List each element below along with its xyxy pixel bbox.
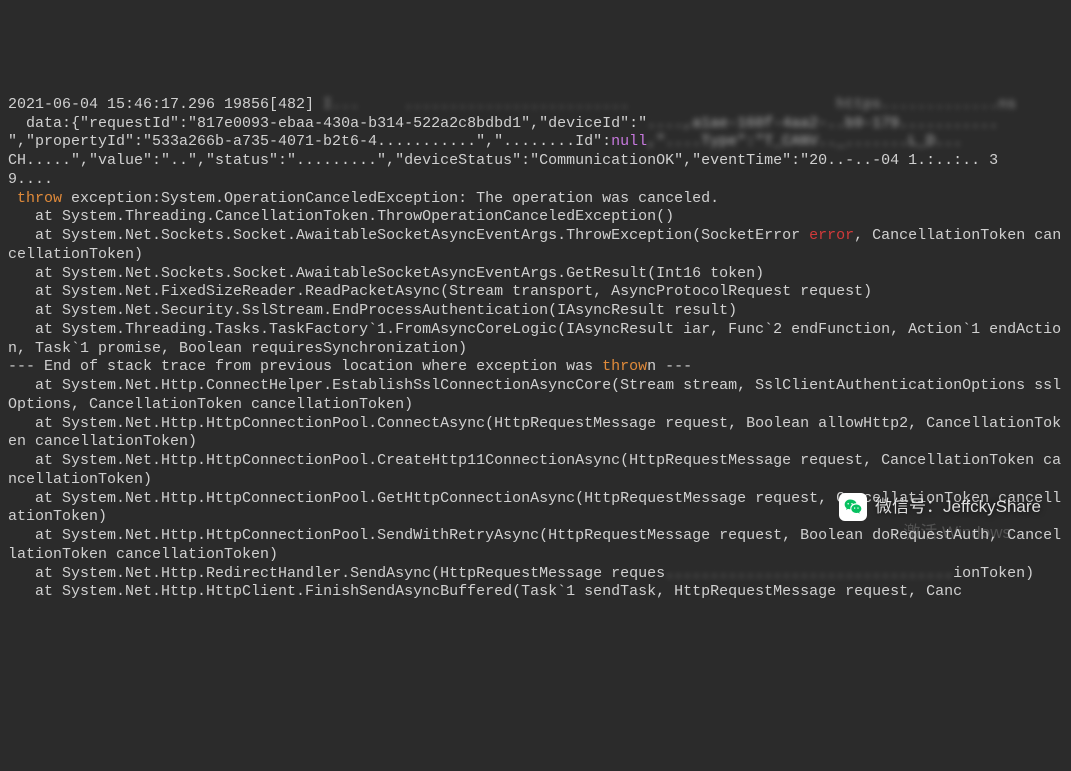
- log-json-line-2: ","propertyId":"533a266b-a735-4071-b2t6-…: [8, 133, 962, 150]
- stack-line: at System.Net.Http.HttpConnectionPool.Ge…: [8, 490, 1061, 526]
- stack-line: at System.Net.FixedSizeReader.ReadPacket…: [8, 283, 872, 300]
- stack-line: at System.Net.Http.HttpConnectionPool.Se…: [8, 527, 1061, 563]
- stack-end-line: --- End of stack trace from previous loc…: [8, 358, 692, 375]
- throw-line: throw exception:System.OperationCanceled…: [8, 190, 719, 207]
- log-line-header: 2021-06-04 15:46:17.296 19856[482] I... …: [8, 96, 1016, 113]
- log-json-line-3: CH.....","value":"..","status":"........…: [8, 152, 998, 169]
- stack-line: at System.Net.Http.HttpConnectionPool.Co…: [8, 415, 1061, 451]
- stack-line: at System.Net.Security.SslStream.EndProc…: [8, 302, 737, 319]
- stack-line: at System.Net.Sockets.Socket.AwaitableSo…: [8, 227, 1061, 263]
- stack-line: at System.Net.Http.HttpConnectionPool.Cr…: [8, 452, 1061, 488]
- stack-line: at System.Net.Http.HttpClient.FinishSend…: [8, 583, 962, 600]
- stack-line: at System.Threading.Tasks.TaskFactory`1.…: [8, 321, 1061, 357]
- stack-line: at System.Net.Sockets.Socket.AwaitableSo…: [8, 265, 764, 282]
- log-line-blur: [8, 77, 1070, 94]
- stack-line: at System.Threading.CancellationToken.Th…: [8, 208, 674, 225]
- stack-line: at System.Net.Http.RedirectHandler.SendA…: [8, 565, 1034, 582]
- stack-line: at System.Net.Http.ConnectHelper.Establi…: [8, 377, 1061, 413]
- log-json-line-4: 9....: [8, 171, 53, 188]
- terminal-output[interactable]: 2021-06-04 15:46:17.296 19856[482] I... …: [8, 77, 1063, 602]
- log-json-line-1: data:{"requestId":"817e0093-ebaa-430a-b3…: [8, 115, 998, 132]
